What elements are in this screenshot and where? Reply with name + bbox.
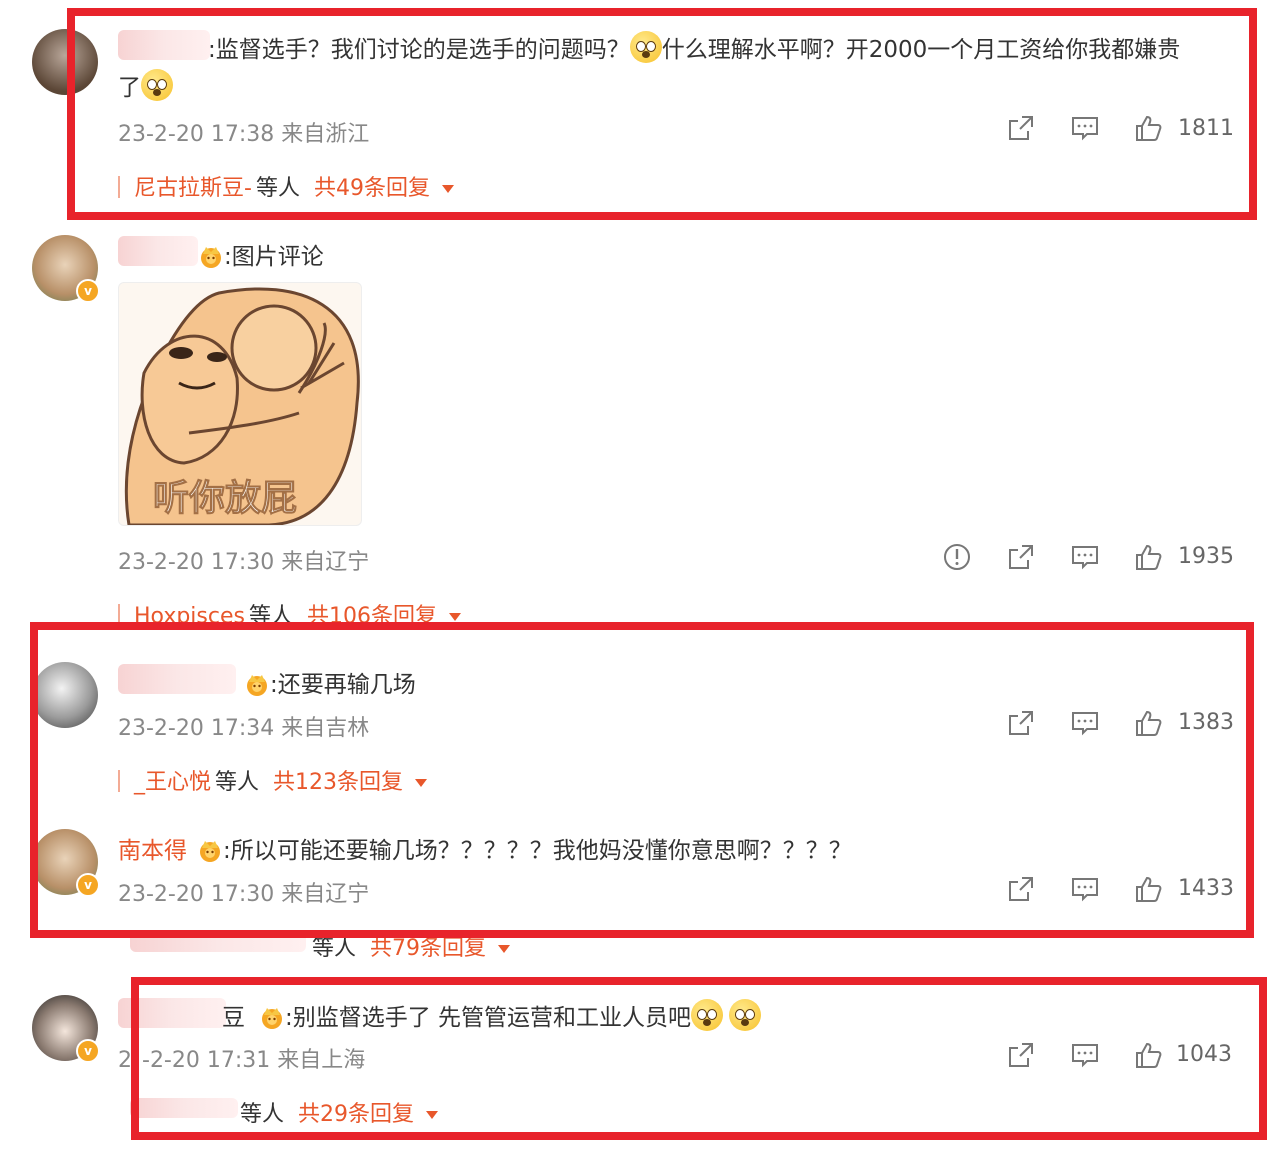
comment-icon[interactable] (1070, 542, 1100, 572)
crown-badge-icon (198, 244, 224, 268)
comment-text: :图片评论 (198, 237, 324, 271)
avatar[interactable]: v (32, 995, 100, 1063)
comment-meta: 23-2-20 17:30 来自辽宁 (118, 550, 370, 575)
highlight-box (67, 8, 1257, 220)
blurred-username (118, 236, 198, 266)
avatar[interactable]: v (32, 235, 100, 303)
highlight-box (30, 622, 1254, 938)
comment-image[interactable]: 听你放屁 (118, 282, 362, 526)
report-icon[interactable] (942, 542, 972, 572)
caret-down-icon (449, 613, 461, 621)
like-icon[interactable] (1133, 542, 1163, 572)
share-icon[interactable] (1006, 542, 1036, 572)
meme-caption: 听你放屁 (152, 478, 298, 520)
verified-badge-icon: v (76, 279, 100, 303)
verified-badge-icon: v (76, 1039, 100, 1063)
highlight-box (131, 977, 1267, 1140)
like-count: 1935 (1178, 544, 1234, 569)
caret-down-icon (498, 945, 511, 953)
